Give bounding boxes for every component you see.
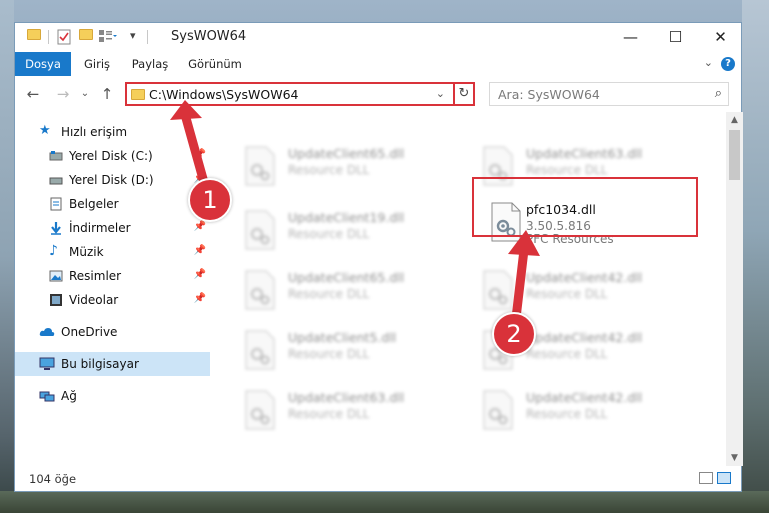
dll-file-icon (245, 210, 275, 250)
drive-icon (49, 173, 63, 187)
videos-icon (49, 293, 63, 307)
desktop-background-left (0, 0, 14, 513)
pin-icon: 📌 (193, 293, 206, 304)
star-icon: ★ (39, 123, 51, 138)
sidebar-item-this-pc[interactable]: Bu bilgisayar (15, 352, 210, 376)
forward-button[interactable]: → (53, 84, 73, 104)
drive-icon (49, 149, 63, 163)
pin-icon: 📌 (193, 245, 206, 256)
refresh-button[interactable]: ↻ (453, 82, 475, 106)
tab-home[interactable]: Giriş (77, 52, 117, 76)
window-title: SysWOW64 (171, 29, 247, 44)
sidebar-item-disk-d[interactable]: Yerel Disk (D:) 📌 (15, 168, 210, 192)
item-count: 104 öğe (29, 472, 77, 486)
music-icon: ♪ (49, 243, 58, 259)
help-icon[interactable]: ? (721, 57, 735, 71)
tab-view[interactable]: Görünüm (183, 52, 247, 76)
ribbon-tabs: Dosya Giriş Paylaş Görünüm ⌄ ? (15, 52, 741, 77)
dll-file-icon (483, 390, 513, 430)
address-dropdown-icon[interactable]: ⌄ (436, 87, 445, 100)
list-item[interactable]: UpdateClient19.dll Resource DLL (230, 202, 458, 262)
cloud-icon (39, 325, 55, 339)
pictures-icon (49, 269, 63, 283)
search-icon: ⌕ (714, 86, 722, 101)
new-folder-icon[interactable] (79, 29, 93, 45)
tab-file[interactable]: Dosya (15, 52, 71, 76)
sidebar-item-disk-c[interactable]: Yerel Disk (C:) 📌 (15, 144, 210, 168)
pin-icon: 📌 (193, 149, 206, 160)
step-2-badge: 2 (492, 312, 536, 356)
folder-icon (27, 29, 41, 45)
step-1-badge: 1 (188, 178, 232, 222)
search-input[interactable]: Ara: SysWOW64 ⌕ (489, 82, 729, 106)
minimize-button[interactable]: — (608, 23, 653, 52)
folder-icon (131, 89, 145, 100)
desktop-background-right (742, 0, 769, 513)
status-bar: 104 öğe (15, 466, 741, 491)
recent-locations-icon[interactable]: ⌄ (75, 84, 95, 104)
dll-file-icon (245, 330, 275, 370)
file-list: UpdateClient65.dll Resource DLL UpdateCl… (210, 112, 726, 466)
tiles-view-icon[interactable] (717, 472, 731, 484)
back-button[interactable]: ← (23, 84, 43, 104)
file-explorer-window: ▾ SysWOW64 — ☐ ✕ Dosya Giriş Paylaş Görü… (14, 22, 743, 492)
maximize-button[interactable]: ☐ (653, 23, 698, 52)
scroll-thumb[interactable] (729, 130, 740, 180)
desktop-background-bottom (0, 491, 769, 513)
dll-file-icon (245, 146, 275, 186)
details-view-icon[interactable] (699, 472, 713, 484)
pin-icon: 📌 (193, 269, 206, 280)
sidebar-item-quick-access[interactable]: ★ Hızlı erişim (15, 120, 210, 144)
list-item[interactable]: UpdateClient42.dll Resource DLL (468, 262, 696, 322)
customize-toolbar-icon[interactable]: ▾ (130, 29, 136, 45)
download-icon (49, 221, 63, 235)
highlight-box (472, 177, 698, 237)
dll-file-icon (483, 270, 513, 310)
sidebar-item-videos[interactable]: Videolar 📌 (15, 288, 210, 312)
title-bar: ▾ SysWOW64 — ☐ ✕ (15, 23, 741, 52)
navigation-pane: ★ Hızlı erişim Yerel Disk (C:) 📌 Yerel D… (15, 112, 210, 466)
view-options-icon[interactable] (99, 29, 117, 45)
tab-share[interactable]: Paylaş (125, 52, 175, 76)
list-item[interactable]: UpdateClient42.dll Resource DLL (468, 382, 696, 442)
network-icon (39, 389, 55, 403)
address-bar[interactable]: C:\Windows\SysWOW64 ⌄ (125, 82, 475, 106)
address-path: C:\Windows\SysWOW64 (149, 87, 299, 102)
sidebar-item-onedrive[interactable]: OneDrive (15, 320, 210, 344)
sidebar-item-downloads[interactable]: İndirmeler 📌 (15, 216, 210, 240)
scroll-down-icon[interactable]: ▼ (726, 450, 743, 466)
list-item[interactable]: UpdateClient5.dll Resource DLL (230, 322, 458, 382)
scroll-up-icon[interactable]: ▲ (726, 112, 743, 128)
sidebar-item-documents[interactable]: Belgeler 📌 (15, 192, 210, 216)
close-button[interactable]: ✕ (698, 23, 743, 52)
up-button[interactable]: ↑ (97, 84, 117, 104)
sidebar-item-pictures[interactable]: Resimler 📌 (15, 264, 210, 288)
navigation-bar: ← → ⌄ ↑ C:\Windows\SysWOW64 ⌄ ↻ Ara: Sys… (15, 76, 741, 112)
list-item[interactable]: UpdateClient63.dll Resource DLL (230, 382, 458, 442)
list-item[interactable]: UpdateClient65.dll Resource DLL (230, 262, 458, 322)
search-placeholder: Ara: SysWOW64 (498, 87, 600, 102)
pin-icon: 📌 (193, 221, 206, 232)
sidebar-item-music[interactable]: ♪ Müzik 📌 (15, 240, 210, 264)
ribbon-expand-icon[interactable]: ⌄ (704, 56, 713, 69)
computer-icon (39, 357, 55, 371)
documents-icon (49, 197, 63, 211)
dll-file-icon (245, 390, 275, 430)
properties-icon[interactable] (57, 29, 71, 45)
vertical-scrollbar[interactable]: ▲ ▼ (726, 112, 743, 466)
list-item[interactable]: UpdateClient65.dll Resource DLL (230, 138, 458, 198)
sidebar-item-network[interactable]: Ağ (15, 384, 210, 408)
dll-file-icon (245, 270, 275, 310)
